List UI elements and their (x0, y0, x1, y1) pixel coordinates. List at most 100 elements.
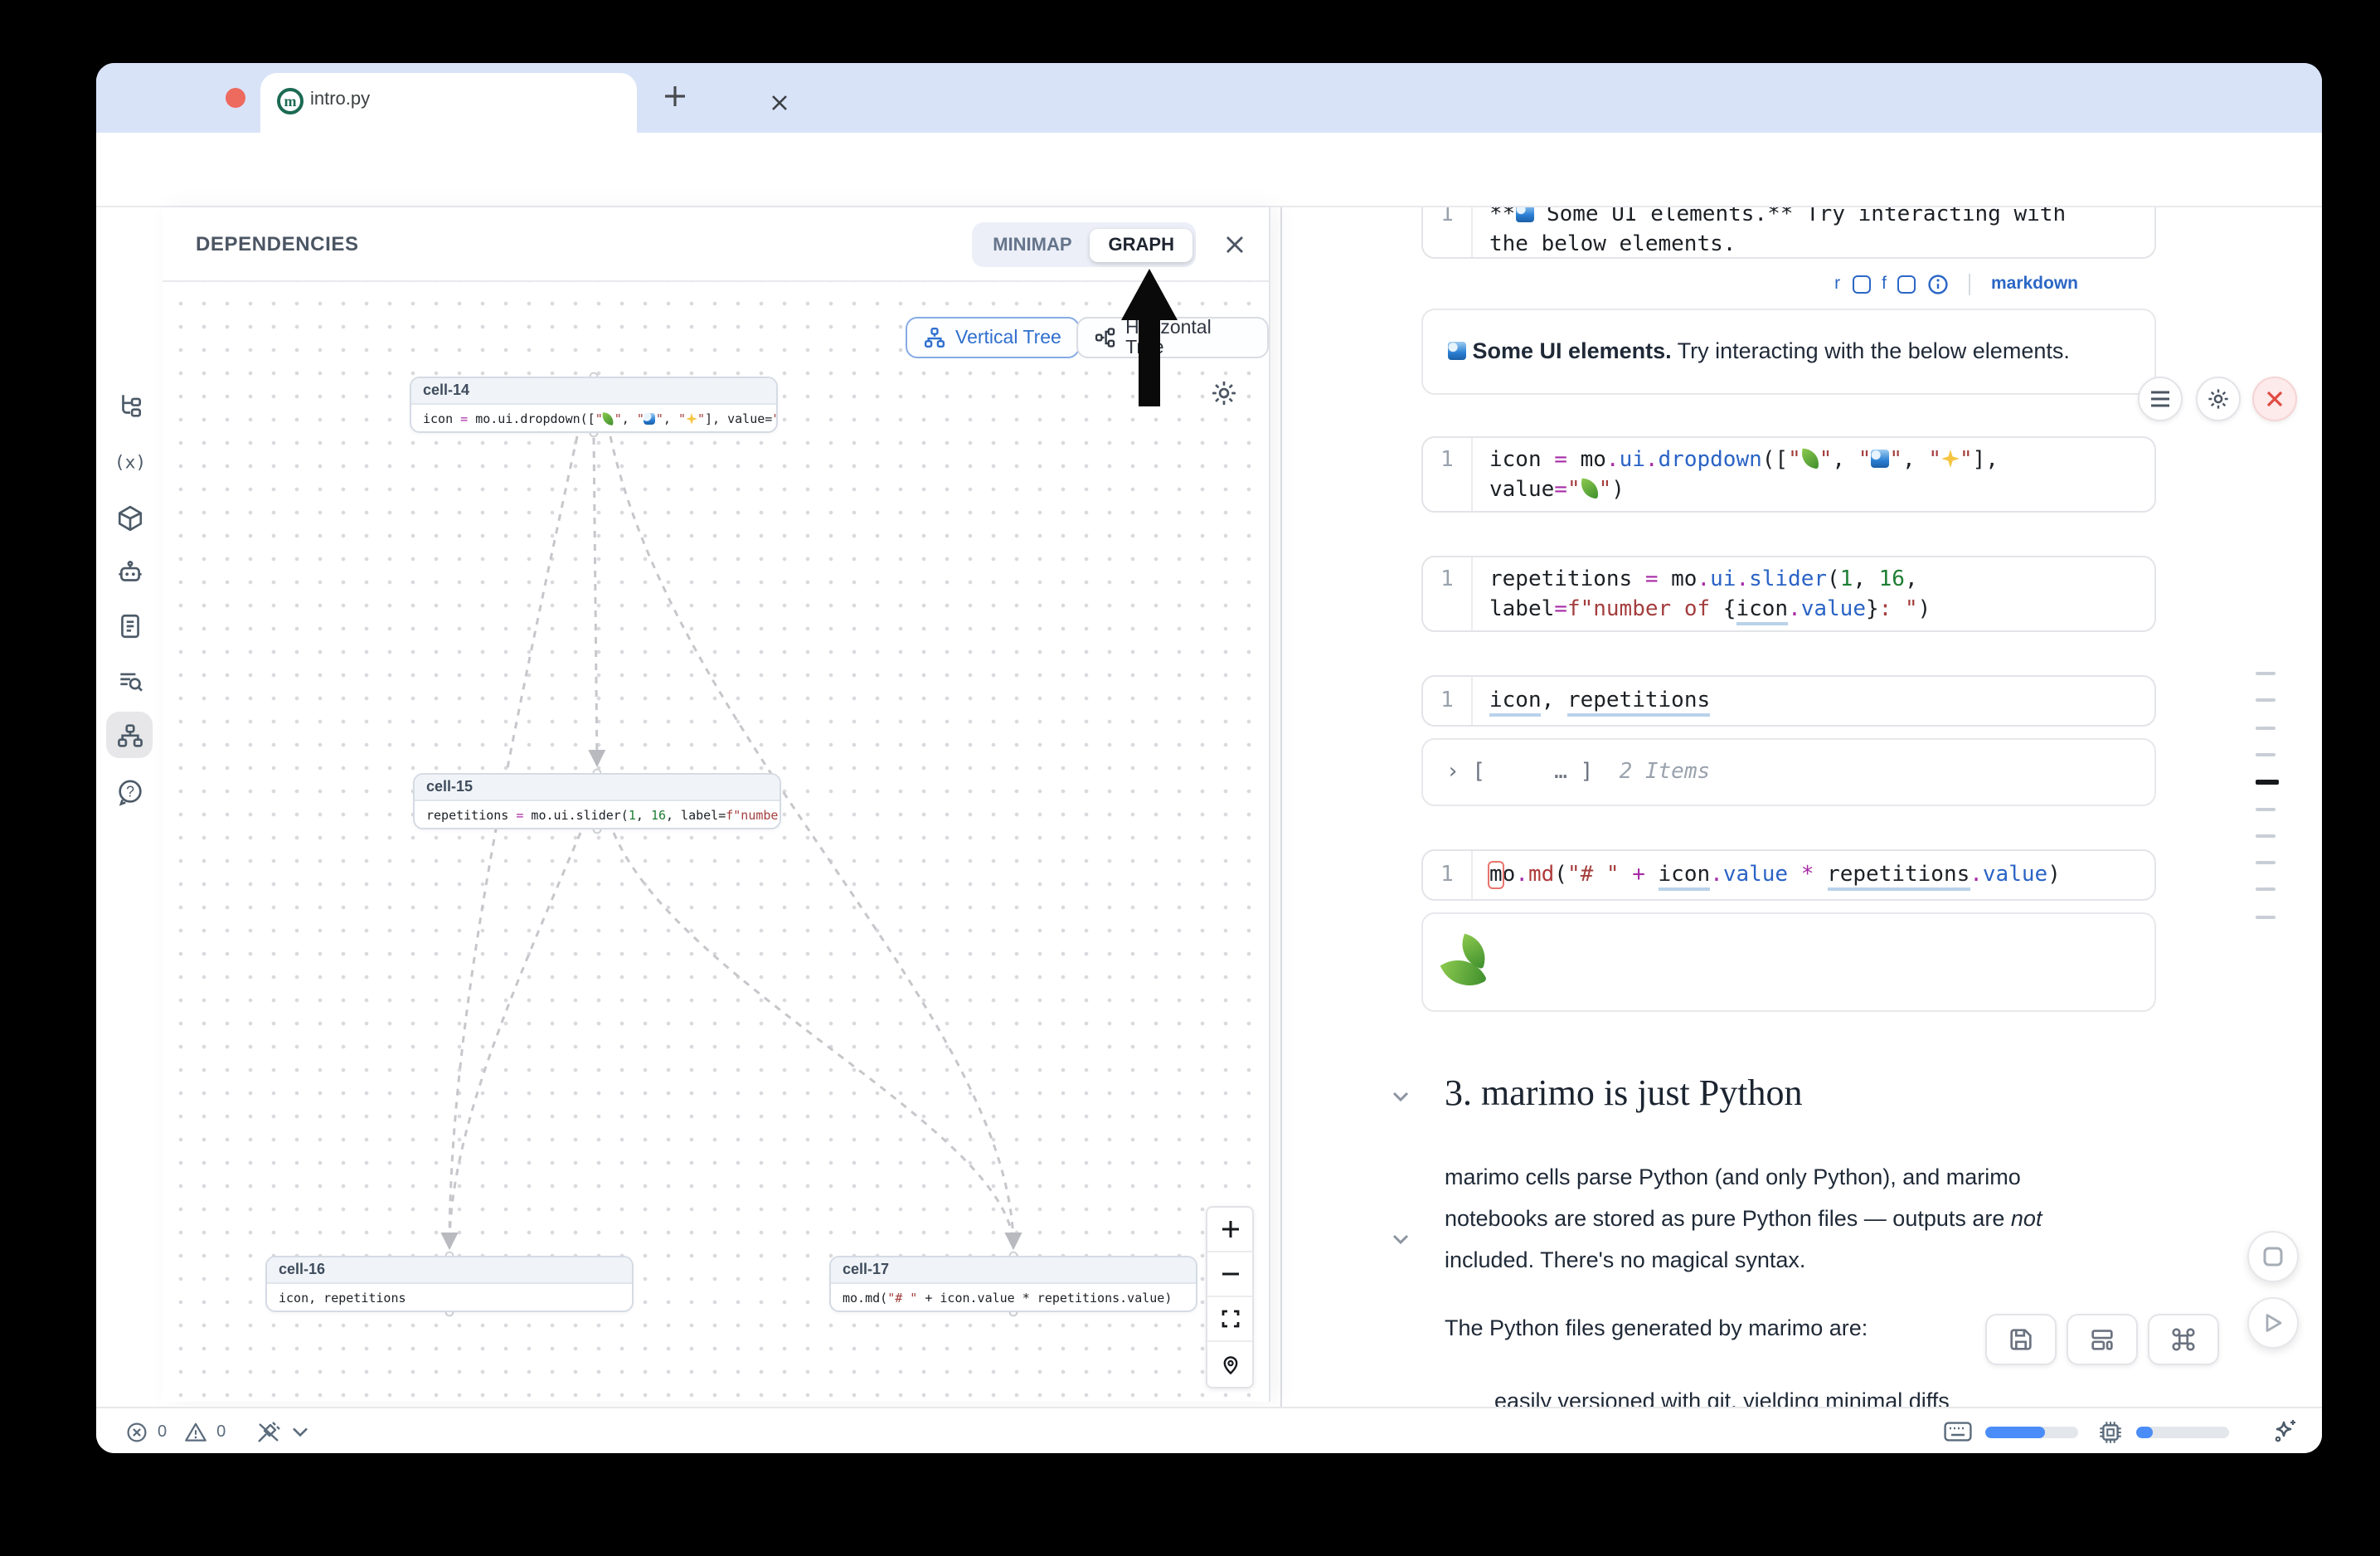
tab-minimap[interactable]: MINIMAP (974, 228, 1090, 261)
layout-button[interactable] (2067, 1314, 2138, 1365)
sidebar-item-variables[interactable]: (x) (106, 438, 153, 484)
shutdown-button[interactable] (2252, 377, 2297, 421)
browser-tab[interactable]: m intro.py (260, 73, 637, 133)
marimo-logo-icon: m (277, 88, 304, 114)
section-heading: 3. marimo is just Python (1445, 1072, 1803, 1115)
zoom-in-button[interactable] (1207, 1208, 1252, 1252)
scroll-tick[interactable] (2256, 753, 2276, 756)
cell-slider[interactable]: 1 repetitions = mo.ui.slider(1, 16,label… (1421, 556, 2156, 632)
stop-button[interactable] (2247, 1231, 2299, 1282)
cell-markdown-source[interactable]: 1 ** Some UI elements.** Try interacting… (1421, 207, 2156, 259)
pin-icon (1220, 1354, 1240, 1374)
save-button[interactable] (1985, 1314, 2057, 1365)
tab-graph[interactable]: GRAPH (1090, 228, 1192, 261)
ai-sparkle-icon[interactable] (2272, 1418, 2299, 1445)
errors-icon[interactable] (126, 1421, 148, 1442)
line-number: 1 (1423, 677, 1473, 725)
code-token: . (1710, 863, 1723, 887)
scroll-tick[interactable] (2256, 672, 2276, 675)
window-close-button[interactable] (226, 88, 245, 108)
code-token: ( (1554, 863, 1567, 887)
scroll-tick[interactable] (2256, 726, 2276, 729)
run-all-button[interactable] (2247, 1297, 2299, 1349)
cell-tuple[interactable]: 1 icon, repetitions (1421, 675, 2156, 727)
sidebar-item-help[interactable]: ? (106, 768, 153, 814)
packages-icon (115, 503, 143, 532)
node-code: icon, repetitions (267, 1284, 632, 1312)
code-token: ], (1973, 448, 1999, 473)
panel-close-icon[interactable] (1224, 234, 1246, 255)
code-token (1620, 863, 1633, 887)
code-token: value (1801, 597, 1866, 622)
disconnect-icon[interactable] (255, 1419, 282, 1444)
code-editor[interactable]: icon, repetitions (1473, 677, 2154, 725)
sidebar-item-ai-chat[interactable] (106, 549, 153, 596)
output-text: Try interacting with the below elements. (1672, 338, 2070, 363)
warning-count: 0 (216, 1422, 226, 1441)
scroll-tick[interactable] (2256, 915, 2276, 918)
run-checkbox[interactable] (1852, 275, 1870, 293)
cell-dropdown[interactable]: 1 icon = mo.ui.dropdown(["", "", ""],val… (1421, 436, 2156, 513)
panel-scroll-divider (1280, 207, 1282, 1407)
code-token: value (1489, 478, 1554, 503)
code-token: . (1736, 567, 1749, 592)
scroll-tick[interactable] (2256, 861, 2276, 864)
expand-chevron[interactable]: › (1446, 760, 1460, 785)
code-token: = (1554, 478, 1567, 503)
code-editor[interactable]: ** Some UI elements.** Try interacting w… (1473, 207, 2154, 257)
collapse-chevron-icon[interactable] (1392, 1090, 1410, 1103)
graph-node-cell-16[interactable]: cell-16icon, repetitions (265, 1256, 634, 1312)
array-output[interactable]: › [ … ] 2 Items (1421, 738, 2156, 806)
code-editor[interactable]: mo.md("# " + icon.value * repetitions.va… (1473, 851, 2154, 899)
code-token: f"number of (1567, 597, 1723, 622)
graph-edge (614, 833, 1013, 1247)
scroll-tick[interactable] (2256, 780, 2279, 784)
graph-node-cell-17[interactable]: cell-17mo.md("# " + icon.value * repetit… (829, 1256, 1197, 1312)
sidebar-item-packages[interactable] (106, 494, 153, 541)
node-title: cell-14 (411, 378, 776, 405)
code-token: ) (1918, 597, 1931, 622)
command-icon (2169, 1325, 2198, 1354)
view-switcher: MINIMAP GRAPH (971, 222, 1196, 267)
dependency-graph-icon (115, 721, 143, 749)
scroll-tick[interactable] (2256, 699, 2276, 703)
sidebar-item-logs[interactable] (106, 602, 153, 649)
warnings-icon[interactable] (183, 1421, 206, 1442)
sidebar-item-file-explorer[interactable] (106, 382, 153, 428)
fit-view-button[interactable] (1207, 1297, 1252, 1342)
code-token: , (1853, 567, 1878, 592)
code-editor[interactable]: repetitions = mo.ui.slider(1, 16,label=f… (1473, 557, 2154, 630)
notebook-settings-button[interactable] (2196, 377, 2241, 421)
scroll-tick[interactable] (2256, 888, 2276, 892)
info-icon[interactable] (1928, 273, 1950, 294)
code-token: icon (1659, 863, 1711, 891)
code-token: repetitions (1489, 567, 1645, 592)
notebook-menu-button[interactable] (2138, 377, 2183, 421)
logs-icon (115, 611, 143, 639)
scroll-tick[interactable] (2256, 807, 2276, 810)
sidebar-item-snippets[interactable] (106, 657, 153, 703)
new-tab-button[interactable] (663, 85, 687, 108)
code-token: , (1902, 448, 1928, 473)
shortcuts-button[interactable] (2148, 1314, 2219, 1365)
code-token: mo.md( (843, 1291, 887, 1306)
chevron-down-icon[interactable] (292, 1426, 308, 1437)
code-editor[interactable]: icon = mo.ui.dropdown(["", "", ""],value… (1473, 438, 2154, 511)
graph-node-cell-14[interactable]: cell-14icon = mo.ui.dropdown(["", "", ""… (410, 377, 778, 433)
tab-close-icon[interactable] (770, 93, 789, 113)
cell-md-call[interactable]: 1 mo.md("# " + icon.value * repetitions.… (1421, 849, 2156, 901)
pin-button[interactable] (1207, 1342, 1252, 1387)
zoom-out-button[interactable] (1207, 1252, 1252, 1297)
collapse-chevron-icon[interactable] (1392, 1233, 1410, 1246)
play-icon (2262, 1312, 2284, 1334)
sidebar-rail: (x)? (96, 207, 163, 1407)
footer-divider (1970, 273, 1971, 294)
layout-icon (2088, 1325, 2116, 1354)
sidebar-item-dependency-graph[interactable] (106, 712, 153, 758)
code-token: " (1858, 448, 1872, 473)
graph-node-cell-15[interactable]: cell-15repetitions = mo.ui.slider(1, 16,… (413, 773, 781, 829)
format-checkbox[interactable] (1898, 275, 1916, 293)
scroll-tick[interactable] (2256, 834, 2276, 838)
graph-edge (449, 833, 580, 1247)
graph-canvas[interactable]: Vertical Tree Horizontal Tree cell-14ico… (163, 282, 1269, 1402)
